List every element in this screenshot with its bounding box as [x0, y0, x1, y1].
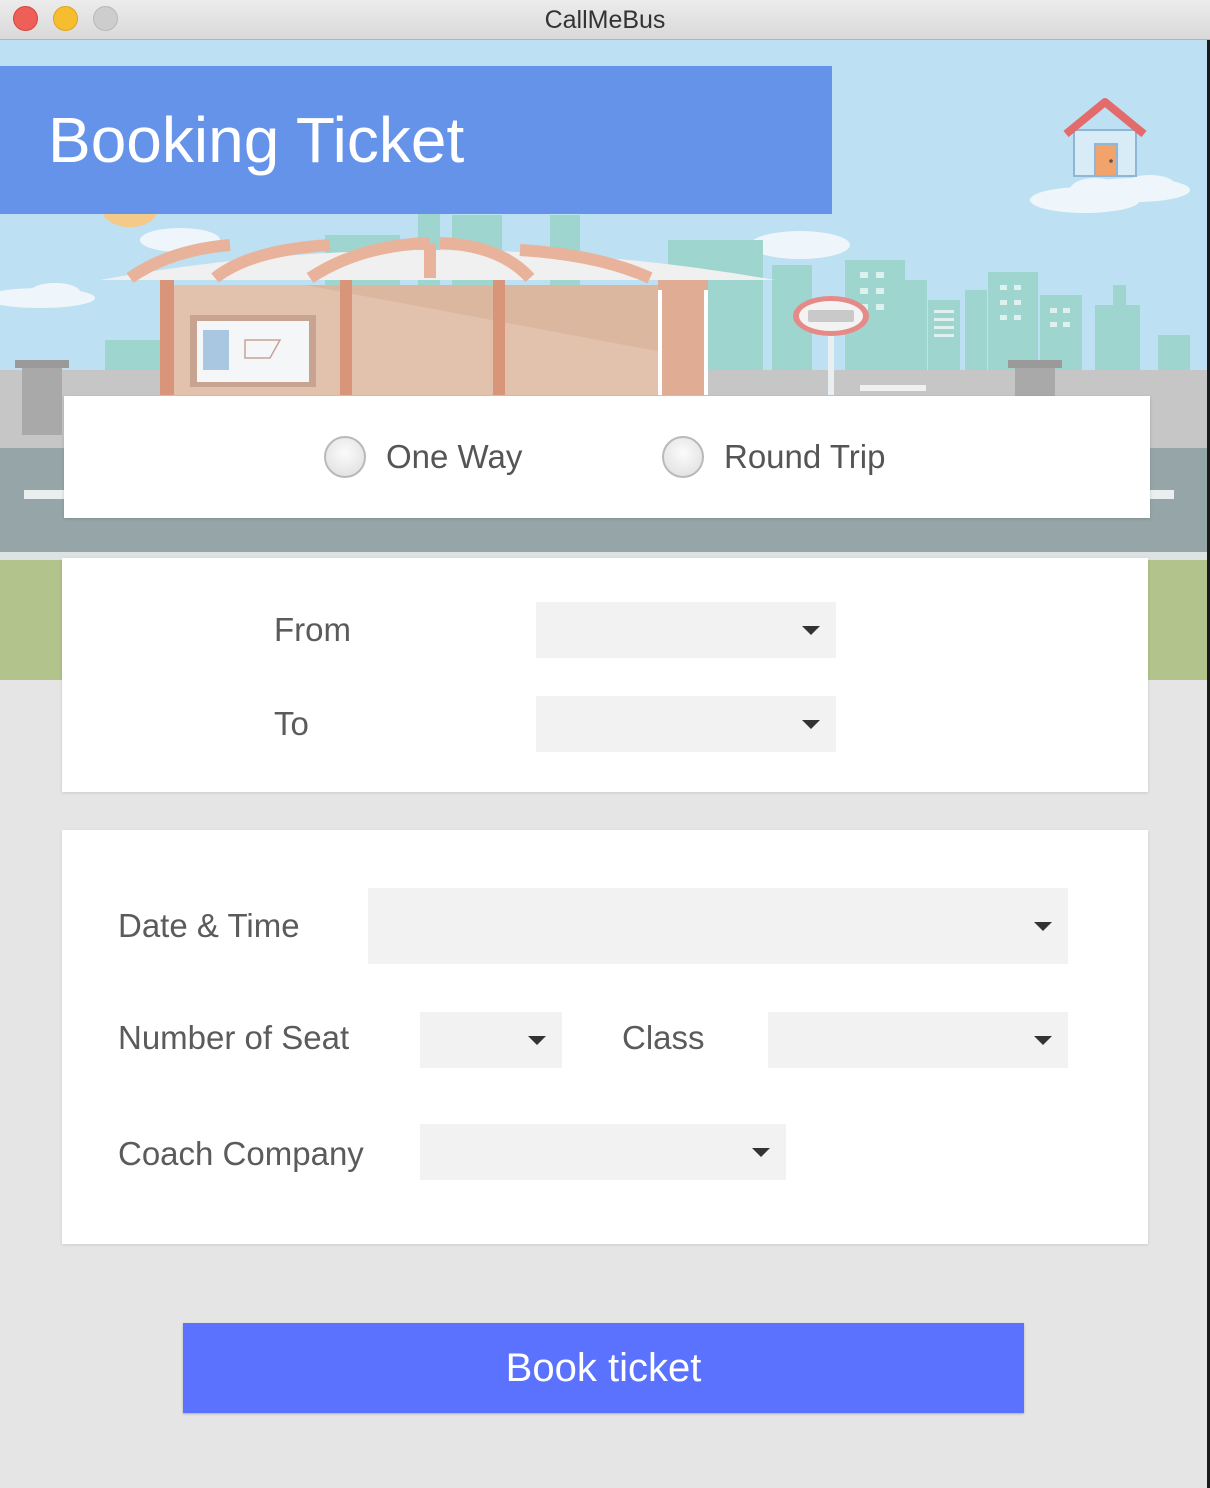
title-bar: CallMeBus [0, 0, 1210, 40]
radio-label-round-trip: Round Trip [724, 438, 886, 475]
coach-company-select[interactable] [420, 1124, 786, 1180]
house-icon [1063, 98, 1147, 177]
route-card: From To [62, 558, 1148, 792]
radio-round-trip[interactable]: Round Trip [662, 432, 885, 482]
to-label: To [274, 705, 309, 742]
date-time-label: Date & Time [118, 907, 300, 944]
from-select[interactable] [536, 602, 836, 658]
radio-one-way[interactable]: One Way [324, 432, 522, 482]
seats-select[interactable] [420, 1012, 562, 1068]
radio-circle-round-trip[interactable] [662, 436, 704, 478]
from-label: From [274, 611, 351, 648]
class-select[interactable] [768, 1012, 1068, 1068]
app-window: CallMeBus Booking Ticket One Way Round T… [0, 0, 1210, 1488]
home-button[interactable] [1060, 98, 1150, 183]
chevron-down-icon [528, 1036, 546, 1045]
trip-type-card: One Way Round Trip [64, 396, 1150, 518]
chevron-down-icon [802, 720, 820, 729]
chevron-down-icon [1034, 1036, 1052, 1045]
radio-circle-one-way[interactable] [324, 436, 366, 478]
chevron-down-icon [802, 626, 820, 635]
class-label: Class [622, 1019, 705, 1056]
to-select[interactable] [536, 696, 836, 752]
chevron-down-icon [1034, 922, 1052, 931]
window-title: CallMeBus [544, 6, 666, 34]
coach-company-label: Coach Company [118, 1135, 364, 1172]
date-time-select[interactable] [368, 888, 1068, 964]
seats-label: Number of Seat [118, 1019, 350, 1056]
details-card: Date & Time Number of Seat Class Coach C… [62, 830, 1148, 1244]
page-title: Booking Ticket [48, 104, 465, 176]
radio-label-one-way: One Way [386, 438, 523, 475]
chevron-down-icon [752, 1148, 770, 1157]
book-ticket-button[interactable]: Book ticket [183, 1323, 1024, 1413]
header-banner: Booking Ticket [0, 66, 832, 214]
